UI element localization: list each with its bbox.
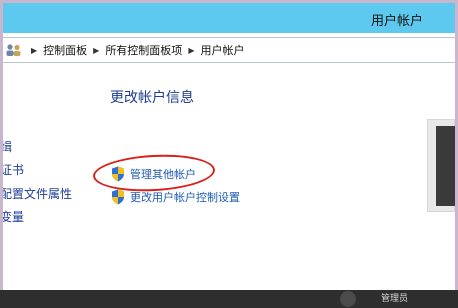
- red-highlight-ellipse: [92, 151, 216, 195]
- change-uac-settings-label: 更改用户帐户控制设置: [130, 191, 240, 204]
- sidebar-item-profile-properties[interactable]: 配置文件属性: [3, 185, 72, 202]
- taskbar-user-label: 管理员: [381, 294, 409, 304]
- chevron-right-icon[interactable]: ▶: [188, 46, 194, 55]
- breadcrumb-item-control-panel[interactable]: 控制面板: [43, 42, 87, 58]
- uac-shield-icon: [112, 189, 124, 205]
- control-panel-window: 用户帐户 ▶ 控制面板 ▶ 所有控制面板项 ▶ 用户帐户 更改帐户信息 缉 证书…: [3, 3, 455, 305]
- users-control-panel-icon: [6, 44, 21, 56]
- address-bar[interactable]: ▶ 控制面板 ▶ 所有控制面板项 ▶ 用户帐户: [3, 37, 455, 63]
- window-title: 用户帐户: [370, 14, 423, 29]
- title-bar[interactable]: 用户帐户: [3, 3, 455, 33]
- sidebar-item-certificates[interactable]: 证书: [3, 161, 24, 178]
- page-title: 更改帐户信息: [110, 90, 194, 106]
- breadcrumb: ▶ 控制面板 ▶ 所有控制面板项 ▶ 用户帐户: [5, 42, 244, 58]
- breadcrumb-item-all-items[interactable]: 所有控制面板项: [105, 42, 182, 58]
- chevron-right-icon[interactable]: ▶: [93, 46, 99, 55]
- sidebar-item-environment-variables[interactable]: 变量: [3, 208, 24, 225]
- account-picture[interactable]: [436, 126, 455, 206]
- user-avatar-icon[interactable]: [340, 291, 356, 307]
- breadcrumb-item-user-accounts[interactable]: 用户帐户: [200, 42, 244, 58]
- change-uac-settings-link[interactable]: 更改用户帐户控制设置: [111, 189, 240, 205]
- chevron-right-icon[interactable]: ▶: [31, 46, 37, 55]
- sidebar-item-1[interactable]: 缉: [3, 138, 12, 155]
- taskbar: 管理员: [0, 290, 458, 308]
